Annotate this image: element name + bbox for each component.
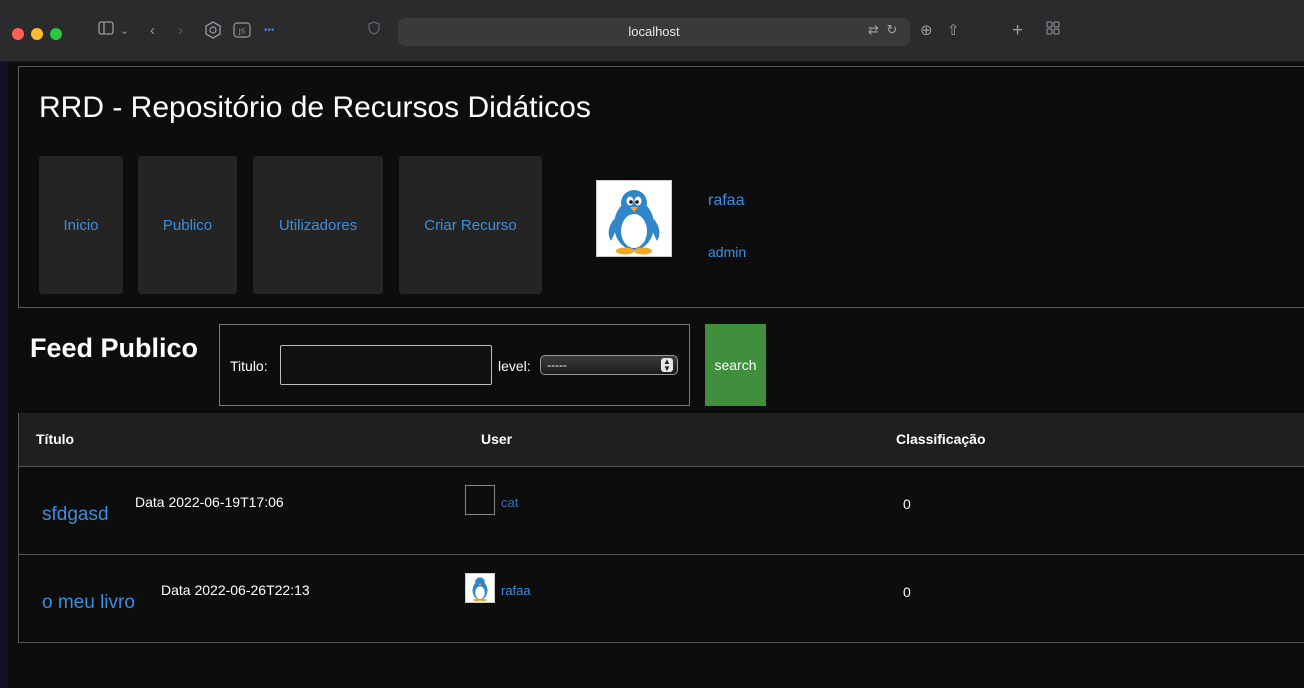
back-icon[interactable]: ‹ <box>150 21 155 41</box>
avatar[interactable] <box>596 180 672 257</box>
user-link[interactable]: cat <box>501 495 518 510</box>
table-row: sfdgasd Data 2022-06-19T17:06 cat 0 <box>19 467 1304 555</box>
user-link[interactable]: rafaa <box>501 583 531 598</box>
reload-icon[interactable]: ↻ <box>887 22 898 37</box>
window-edge <box>0 62 8 688</box>
tab-overview-icon[interactable] <box>1046 21 1060 41</box>
search-button[interactable]: search <box>705 324 766 406</box>
titulo-label: Titulo: <box>230 358 268 374</box>
table-header: Título User Classificação <box>19 413 1304 467</box>
resource-date: Data 2022-06-26T22:13 <box>161 582 310 598</box>
resource-title-link[interactable]: sfdgasd <box>42 504 109 526</box>
more-icon[interactable]: ••• <box>264 21 275 41</box>
table-row: o meu livro Data 2022-06-26T22:13 rafaa … <box>19 555 1304 643</box>
nav-item-inicio[interactable]: Inicio <box>39 156 123 294</box>
level-label: level: <box>498 358 531 374</box>
nav-item-utilizadores[interactable]: Utilizadores <box>253 156 383 294</box>
shield-icon[interactable] <box>368 21 380 41</box>
search-form: Titulo: level: ----- ▲ ▼ <box>219 324 690 406</box>
resource-date: Data 2022-06-19T17:06 <box>135 494 284 510</box>
classification-value: 0 <box>903 584 911 600</box>
column-header-classificacao: Classificação <box>896 431 986 447</box>
share-icon[interactable]: ⇧ <box>947 21 960 41</box>
chevron-down-icon[interactable]: ⌄ <box>120 21 129 41</box>
forward-icon[interactable]: › <box>178 21 183 41</box>
select-arrows-icon: ▲ ▼ <box>661 358 673 373</box>
window-controls <box>12 28 62 40</box>
penguin-avatar-icon <box>472 577 488 602</box>
user-avatar[interactable] <box>465 485 495 515</box>
svg-text:JS: JS <box>238 28 246 36</box>
feed-title: Feed Publico <box>30 333 199 363</box>
minimize-window-button[interactable] <box>31 28 43 40</box>
download-icon[interactable]: ⊕ <box>920 21 933 41</box>
level-select[interactable]: ----- ▲ ▼ <box>540 355 678 375</box>
translate-icon[interactable]: ⇄ <box>868 22 879 37</box>
user-role-link[interactable]: admin <box>708 244 746 260</box>
address-bar[interactable]: localhost <box>398 18 910 46</box>
penguin-avatar-icon <box>608 190 660 255</box>
sidebar-icon[interactable] <box>98 21 114 41</box>
resources-table: Título User Classificação sfdgasd Data 2… <box>18 413 1304 643</box>
column-header-user: User <box>481 431 513 447</box>
new-tab-icon[interactable]: + <box>1012 21 1023 41</box>
site-header: RRD - Repositório de Recursos Didáticos … <box>18 66 1304 308</box>
browser-toolbar: ⌄ ‹ › JS ••• localhost ⇄ ↻ ⊕ ⇧ + <box>0 0 1304 62</box>
user-avatar[interactable] <box>465 573 495 603</box>
page-title: RRD - Repositório de Recursos Didáticos <box>39 91 591 124</box>
nav-item-publico[interactable]: Publico <box>138 156 237 294</box>
classification-value: 0 <box>903 496 911 512</box>
close-window-button[interactable] <box>12 28 24 40</box>
column-header-titulo: Título <box>36 431 75 447</box>
level-select-value: ----- <box>547 358 567 372</box>
resource-title-link[interactable]: o meu livro <box>42 592 135 614</box>
extension-icon[interactable] <box>204 21 222 45</box>
titulo-input[interactable] <box>280 345 492 385</box>
zoom-window-button[interactable] <box>50 28 62 40</box>
user-name-link[interactable]: rafaa <box>708 192 744 210</box>
nav-item-criar-recurso[interactable]: Criar Recurso <box>399 156 542 294</box>
address-bar-actions: ⇄ ↻ <box>868 22 897 38</box>
js-icon[interactable]: JS <box>233 21 251 45</box>
